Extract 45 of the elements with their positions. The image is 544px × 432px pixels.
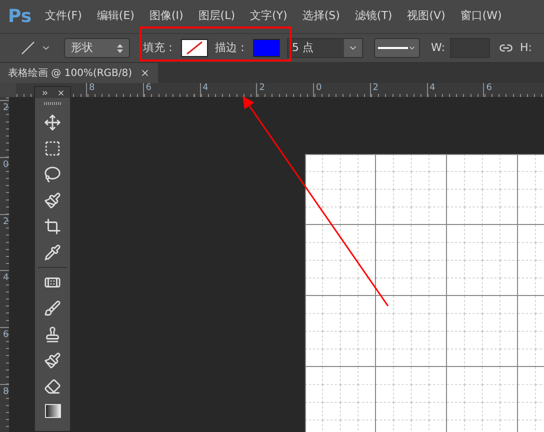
menu-item[interactable]: 文件(F)	[45, 8, 82, 25]
menu-item[interactable]: 视图(V)	[407, 8, 446, 25]
fill-swatch[interactable]	[181, 39, 208, 57]
ruler-number: 2	[0, 100, 9, 157]
menu-item[interactable]: 窗口(W)	[460, 8, 502, 25]
caret-icon	[408, 44, 416, 52]
close-icon[interactable]	[56, 88, 64, 96]
stroke-width-select[interactable]: 5 点	[287, 38, 363, 58]
menu-item[interactable]: 图像(I)	[149, 8, 184, 25]
menu-item[interactable]: 文字(Y)	[250, 8, 288, 25]
menu-item[interactable]: 滤镜(T)	[354, 8, 392, 25]
stamp-tool-icon[interactable]	[44, 326, 61, 343]
gradient-tool-icon[interactable]	[44, 404, 60, 418]
crop-tool-icon[interactable]	[44, 218, 61, 235]
ruler-number: 0	[313, 83, 370, 97]
app-logo: Ps	[8, 5, 30, 29]
eraser-tool-icon[interactable]	[44, 378, 61, 395]
marquee-tool-icon[interactable]	[44, 140, 61, 157]
line-tool-icon[interactable]	[20, 40, 36, 56]
brush-tool-icon[interactable]	[44, 300, 61, 317]
menu-item[interactable]: 选择(S)	[302, 8, 340, 25]
stroke-label: 描边：	[215, 40, 248, 56]
expand-icon[interactable]	[40, 88, 48, 96]
ruler-number: 8	[86, 83, 143, 97]
ruler-number: 2	[256, 83, 313, 97]
document-tab[interactable]: 表格绘画 @ 100%(RGB/8)	[0, 63, 158, 83]
mode-select[interactable]: 形状	[64, 38, 130, 58]
menu-item[interactable]: 图层(L)	[198, 8, 236, 25]
ruler-number: 4	[200, 83, 256, 97]
height-label: H:	[520, 40, 532, 56]
fill-label: 填充：	[143, 40, 176, 56]
ruler-number: 2	[370, 83, 426, 97]
menu-item[interactable]: 编辑(E)	[96, 8, 134, 25]
ruler-number: 6	[142, 83, 200, 97]
ruler-number: 6	[483, 83, 540, 97]
ruler-number: 4	[426, 83, 484, 97]
updown-caret-icon	[117, 44, 123, 52]
stroke-style-select[interactable]	[374, 38, 420, 58]
width-label: W:	[431, 40, 445, 56]
eyedropper-tool-icon[interactable]	[44, 244, 61, 261]
panel-grip[interactable]	[44, 102, 62, 105]
lasso-tool-icon[interactable]	[44, 166, 61, 183]
stroke-swatch[interactable]	[253, 39, 280, 57]
move-tool-icon[interactable]	[44, 114, 61, 131]
close-icon[interactable]	[140, 68, 150, 78]
